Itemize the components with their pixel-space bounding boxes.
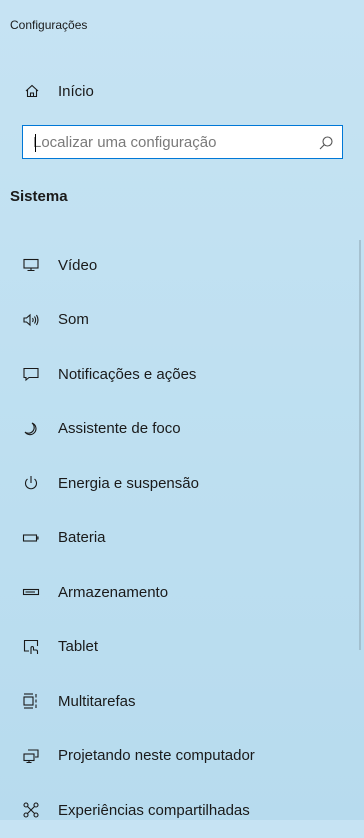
tablet-icon xyxy=(20,636,42,658)
nav-item-power-sleep[interactable]: Energia e suspensão xyxy=(0,456,350,511)
nav-item-video[interactable]: Vídeo xyxy=(0,238,350,293)
battery-icon xyxy=(20,527,42,549)
notification-icon xyxy=(20,363,42,385)
section-title: Sistema xyxy=(10,188,68,205)
projecting-icon xyxy=(20,745,42,767)
nav-item-label: Experiências compartilhadas xyxy=(58,801,250,819)
monitor-icon xyxy=(20,254,42,276)
nav-item-label: Armazenamento xyxy=(58,583,169,601)
nav-item-home-label: Início xyxy=(58,82,94,100)
nav-item-storage[interactable]: Armazenamento xyxy=(0,565,350,620)
nav-item-notifications[interactable]: Notificações e ações xyxy=(0,347,350,402)
speaker-icon xyxy=(20,309,42,331)
nav-item-label: Bateria xyxy=(58,529,106,547)
scrollbar[interactable] xyxy=(359,240,361,650)
storage-icon xyxy=(20,581,42,603)
multitasking-icon xyxy=(20,690,42,712)
nav-item-battery[interactable]: Bateria xyxy=(0,511,350,566)
window-title: Configurações xyxy=(10,18,88,32)
nav-item-multitasking[interactable]: Multitarefas xyxy=(0,674,350,729)
nav-item-label: Notificações e ações xyxy=(58,365,197,383)
nav-item-focus-assist[interactable]: Assistente de foco xyxy=(0,402,350,457)
nav-item-label: Multitarefas xyxy=(58,692,136,710)
home-icon xyxy=(22,81,42,101)
nav-item-home[interactable]: Início xyxy=(0,74,350,108)
search-icon[interactable] xyxy=(318,135,334,151)
nav-item-shared-experiences[interactable]: Experiências compartilhadas xyxy=(0,783,350,838)
nav-item-projecting[interactable]: Projetando neste computador xyxy=(0,729,350,784)
nav-item-sound[interactable]: Som xyxy=(0,293,350,348)
moon-icon xyxy=(20,418,42,440)
search-box[interactable] xyxy=(22,125,343,159)
nav-item-tablet[interactable]: Tablet xyxy=(0,620,350,675)
power-icon xyxy=(20,472,42,494)
nav-item-label: Energia e suspensão xyxy=(58,474,199,492)
search-input[interactable] xyxy=(23,127,313,157)
text-caret xyxy=(35,134,36,152)
nav-item-label: Vídeo xyxy=(58,256,98,274)
nav-item-label: Assistente de foco xyxy=(58,420,181,438)
system-nav-list: Vídeo Som Notificações e ações Assistent… xyxy=(0,238,350,838)
shared-experiences-icon xyxy=(20,799,42,821)
nav-item-label: Projetando neste computador xyxy=(58,747,255,765)
nav-item-label: Som xyxy=(58,311,89,329)
nav-item-label: Tablet xyxy=(58,638,99,656)
